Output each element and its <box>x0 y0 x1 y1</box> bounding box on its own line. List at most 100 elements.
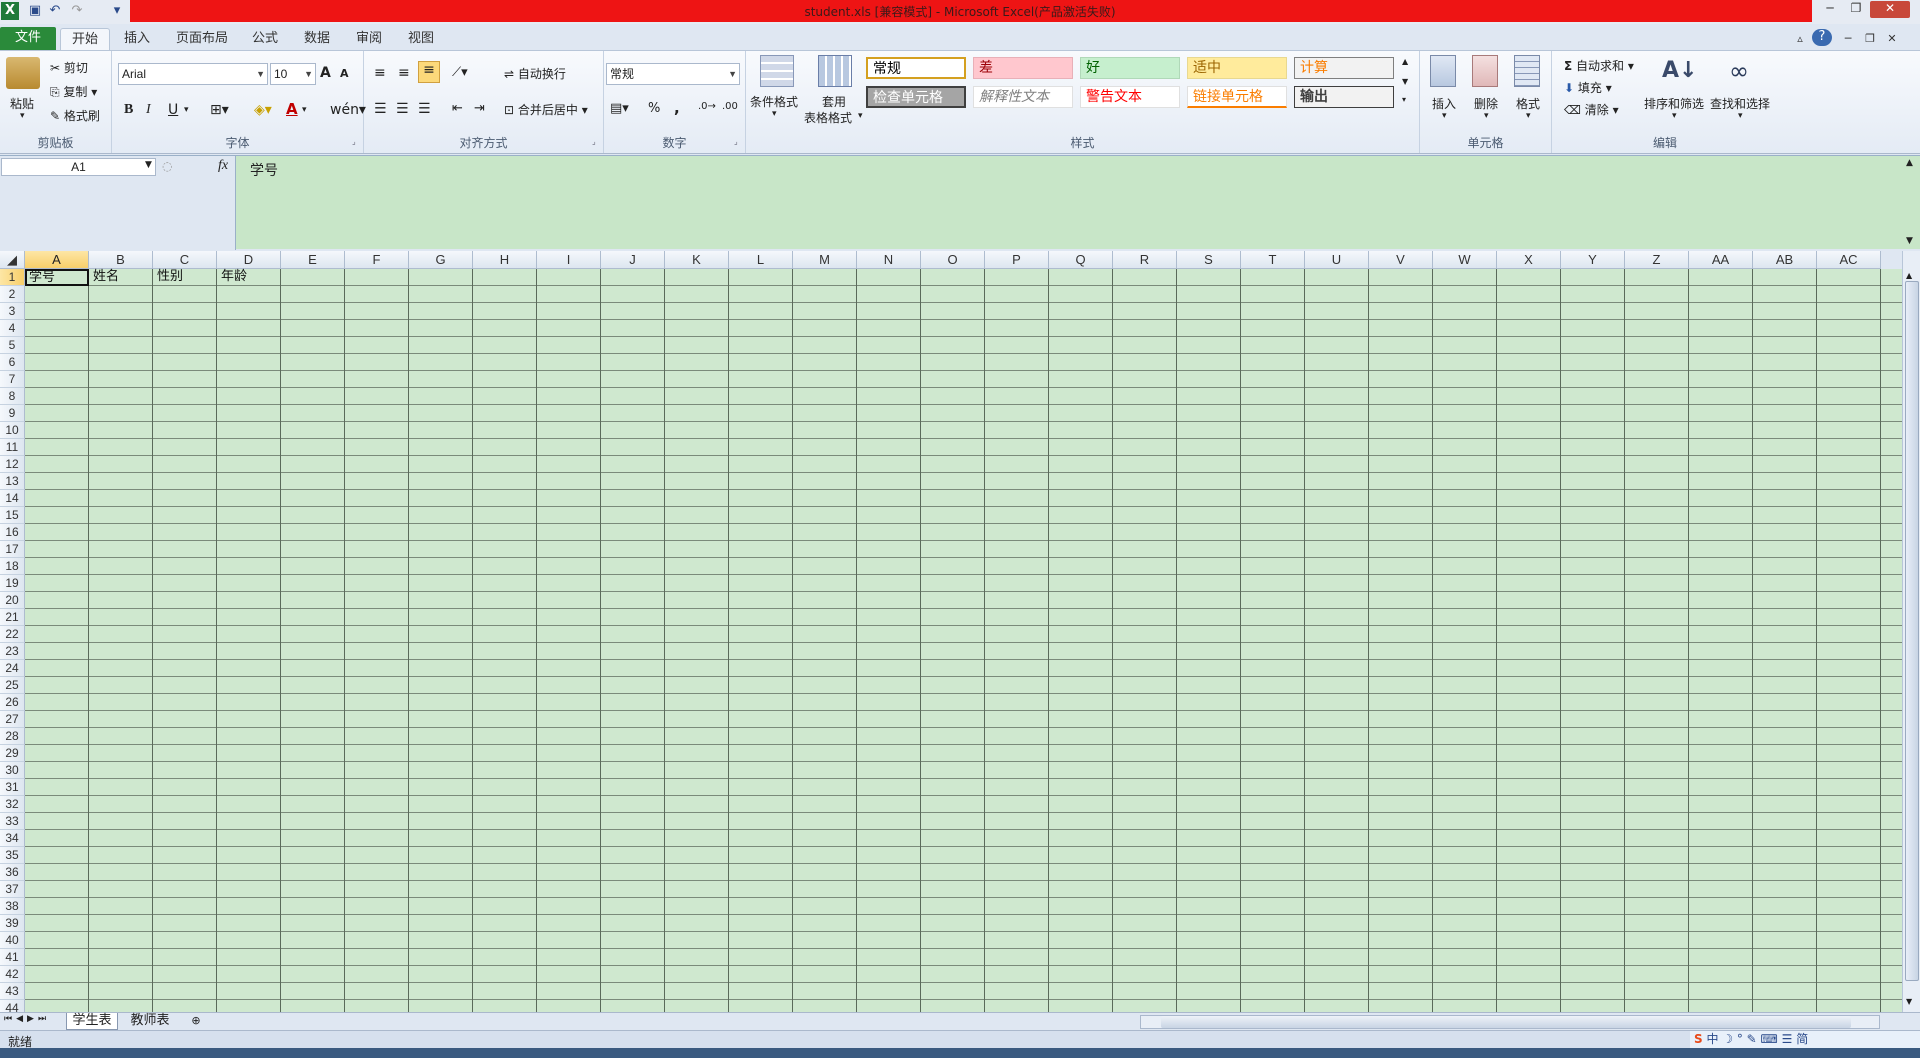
row-header-7[interactable]: 7 <box>0 371 25 388</box>
h-scroll-thumb[interactable] <box>1161 1016 1851 1028</box>
paste-dropdown-icon[interactable]: ▾ <box>20 111 25 121</box>
delete-button[interactable]: 删除 <box>1474 95 1498 112</box>
column-header-q[interactable]: Q <box>1049 251 1113 269</box>
wrap-text-button[interactable]: ⇌ 自动换行 <box>504 65 566 82</box>
column-header-h[interactable]: H <box>473 251 537 269</box>
row-header-19[interactable]: 19 <box>0 575 25 592</box>
italic-button[interactable]: I <box>146 102 151 118</box>
dialog-launcher-icon[interactable]: ⌟ <box>734 137 738 146</box>
row-header-8[interactable]: 8 <box>0 388 25 405</box>
column-header-a[interactable]: A <box>25 251 89 269</box>
column-header-aa[interactable]: AA <box>1689 251 1753 269</box>
accounting-format-icon[interactable]: ▤▾ <box>610 101 629 116</box>
doc-restore-button[interactable]: ❐ <box>1860 28 1880 50</box>
binoculars-icon[interactable]: ∞ <box>1724 55 1754 87</box>
column-header-j[interactable]: J <box>601 251 665 269</box>
column-header-p[interactable]: P <box>985 251 1049 269</box>
decrease-decimal-icon[interactable]: .00 <box>722 101 738 112</box>
dialog-launcher-icon[interactable]: ⌟ <box>352 137 356 146</box>
cell-a1[interactable]: 学号 <box>25 269 89 286</box>
font-color-button[interactable]: A <box>286 100 298 118</box>
cells-area[interactable]: 学号 姓名 性别 年龄 <box>25 269 1902 1012</box>
format-as-table-icon[interactable] <box>818 55 852 87</box>
column-header-v[interactable]: V <box>1369 251 1433 269</box>
gallery-scroll-down-icon[interactable]: ▼ <box>1402 77 1408 86</box>
column-header-s[interactable]: S <box>1177 251 1241 269</box>
column-header-n[interactable]: N <box>857 251 921 269</box>
conditional-format-button[interactable]: 条件格式 <box>750 93 798 110</box>
row-header-14[interactable]: 14 <box>0 490 25 507</box>
row-header-23[interactable]: 23 <box>0 643 25 660</box>
merge-center-button[interactable]: ⊡ 合并后居中 ▾ <box>504 101 588 118</box>
sogou-icon[interactable]: S <box>1694 1032 1703 1046</box>
format-painter-button[interactable]: ✎ 格式刷 <box>50 107 100 124</box>
select-all-button[interactable]: ◢ <box>0 251 25 269</box>
vertical-scrollbar[interactable]: ▲ ▼ <box>1902 251 1920 1012</box>
column-header-m[interactable]: M <box>793 251 857 269</box>
column-header-ab[interactable]: AB <box>1753 251 1817 269</box>
delete-dropdown-icon[interactable]: ▾ <box>1484 111 1489 121</box>
insert-dropdown-icon[interactable]: ▾ <box>1442 111 1447 121</box>
column-header-i[interactable]: I <box>537 251 601 269</box>
row-header-13[interactable]: 13 <box>0 473 25 490</box>
row-header-12[interactable]: 12 <box>0 456 25 473</box>
font-size-select[interactable]: 10 ▼ <box>270 63 316 85</box>
dialog-launcher-icon[interactable]: ⌟ <box>592 137 596 146</box>
format-as-table-button[interactable]: 表格格式 <box>804 109 852 126</box>
paste-button[interactable]: 粘贴 <box>10 95 34 112</box>
cell-c1[interactable]: 性别 <box>155 269 217 286</box>
column-header-c[interactable]: C <box>153 251 217 269</box>
column-header-d[interactable]: D <box>217 251 281 269</box>
cell-style-6[interactable]: 解释性文本 <box>973 86 1073 108</box>
row-header-5[interactable]: 5 <box>0 337 25 354</box>
row-header-20[interactable]: 20 <box>0 592 25 609</box>
sort-filter-button[interactable]: 排序和筛选 <box>1644 95 1704 112</box>
percent-button[interactable]: % <box>648 101 660 116</box>
row-header-35[interactable]: 35 <box>0 847 25 864</box>
row-header-6[interactable]: 6 <box>0 354 25 371</box>
column-header-y[interactable]: Y <box>1561 251 1625 269</box>
column-header-r[interactable]: R <box>1113 251 1177 269</box>
row-header-11[interactable]: 11 <box>0 439 25 456</box>
column-header-b[interactable]: B <box>89 251 153 269</box>
column-header-u[interactable]: U <box>1305 251 1369 269</box>
row-header-15[interactable]: 15 <box>0 507 25 524</box>
increase-decimal-icon[interactable]: .0→ <box>698 101 716 112</box>
tab-review[interactable]: 审阅 <box>350 28 388 50</box>
row-header-21[interactable]: 21 <box>0 609 25 626</box>
formula-expand-up-icon[interactable]: ▲ <box>1906 158 1913 168</box>
orientation-icon[interactable]: ⟋▾ <box>452 65 468 80</box>
scroll-up-icon[interactable]: ▲ <box>1906 271 1918 280</box>
row-header-28[interactable]: 28 <box>0 728 25 745</box>
row-header-37[interactable]: 37 <box>0 881 25 898</box>
font-name-select[interactable]: Arial ▼ <box>118 63 268 85</box>
align-middle-icon[interactable]: ≡ <box>398 65 410 81</box>
cut-button[interactable]: ✂ 剪切 <box>50 59 88 76</box>
align-center-icon[interactable]: ☰ <box>396 101 409 117</box>
close-button[interactable]: ✕ <box>1870 1 1910 18</box>
delete-icon[interactable] <box>1472 55 1498 87</box>
row-header-10[interactable]: 10 <box>0 422 25 439</box>
phonetic-icon[interactable]: wén▾ <box>330 102 366 118</box>
horizontal-scrollbar[interactable] <box>1140 1015 1880 1029</box>
format-cells-dropdown-icon[interactable]: ▾ <box>1526 111 1531 121</box>
tab-insert[interactable]: 插入 <box>118 28 156 50</box>
ribbon-minimize-icon[interactable]: ▵ <box>1790 28 1810 50</box>
insert-sheet-icon[interactable]: ⊕ <box>184 1013 208 1030</box>
row-header-2[interactable]: 2 <box>0 286 25 303</box>
row-header-18[interactable]: 18 <box>0 558 25 575</box>
row-header-36[interactable]: 36 <box>0 864 25 881</box>
sheet-nav-icons[interactable]: ⏮◀▶⏭ <box>4 1014 50 1024</box>
row-header-38[interactable]: 38 <box>0 898 25 915</box>
formula-expand-down-icon[interactable]: ▼ <box>1906 236 1913 246</box>
find-select-button[interactable]: 查找和选择 <box>1710 95 1770 112</box>
tab-view[interactable]: 视图 <box>402 28 440 50</box>
minimize-button[interactable]: ─ <box>1818 1 1842 18</box>
column-header-k[interactable]: K <box>665 251 729 269</box>
format-cells-button[interactable]: 格式 <box>1516 95 1540 112</box>
scroll-down-icon[interactable]: ▼ <box>1906 997 1918 1006</box>
copy-button[interactable]: ⎘ 复制 ▾ <box>50 83 97 100</box>
row-header-3[interactable]: 3 <box>0 303 25 320</box>
tab-home[interactable]: 开始 <box>60 28 110 50</box>
namebox-dropdown-icon[interactable]: ▼ <box>145 160 152 170</box>
